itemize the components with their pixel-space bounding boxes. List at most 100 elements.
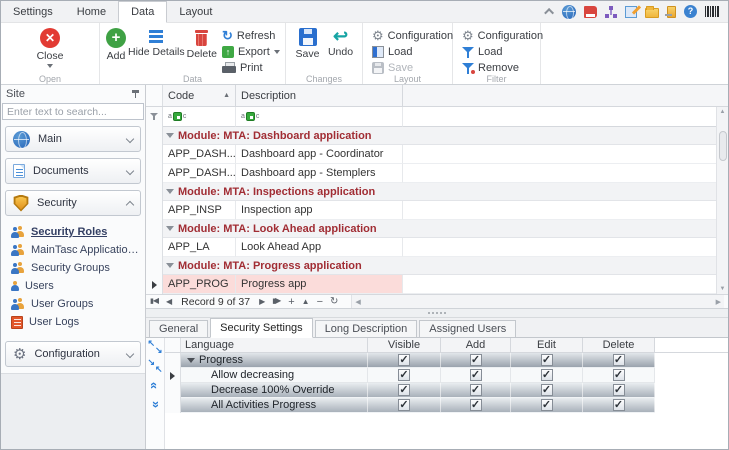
refresh-button[interactable]: ↻ Refresh (219, 28, 283, 43)
group-row[interactable]: Module: MTA: Dashboard application (146, 127, 728, 145)
book-icon[interactable] (584, 5, 597, 18)
edit-record-button[interactable]: ▲ (302, 297, 310, 307)
filter-load-button[interactable]: Load (459, 44, 546, 59)
refresh-records-button[interactable]: ↻ (330, 296, 338, 307)
checkbox-edit[interactable]: ✓ (540, 384, 553, 396)
tab-assigned-users[interactable]: Assigned Users (419, 320, 517, 337)
filter-cell-code[interactable]: ac (163, 107, 236, 127)
scrollbar-thumb[interactable] (718, 131, 727, 161)
column-header-description[interactable]: Description (236, 85, 403, 106)
sidebar-item-security-groups[interactable]: Security Groups (11, 259, 145, 277)
collapse-group-icon[interactable] (166, 263, 174, 268)
checkbox-edit[interactable]: ✓ (540, 399, 553, 411)
group-row[interactable]: Module: MTA: Look Ahead application (146, 220, 728, 238)
sidebar-group-configuration[interactable]: ⚙ Configuration (5, 341, 141, 367)
barcode-icon[interactable] (705, 6, 720, 17)
append-record-button[interactable]: + (288, 296, 294, 307)
table-row[interactable]: APP_LA Look Ahead App (146, 238, 728, 257)
checkbox-delete[interactable]: ✓ (612, 354, 625, 366)
cell-code[interactable]: APP_PROG (163, 275, 236, 294)
cell-code[interactable]: APP_DASH... (163, 164, 236, 183)
layout-configuration-button[interactable]: ⚙ Configuration (369, 28, 456, 43)
globe-icon[interactable] (562, 4, 576, 20)
group-row[interactable]: Module: MTA: Inspections application (146, 183, 728, 201)
checkbox-add[interactable]: ✓ (469, 369, 482, 381)
delete-record-button[interactable]: − (317, 296, 323, 307)
cell-code[interactable]: APP_LA (163, 238, 236, 257)
pin-icon[interactable] (131, 89, 140, 99)
cell-description[interactable]: Inspection app (236, 201, 403, 220)
prev-record-button[interactable]: ◀ (166, 297, 172, 307)
horizontal-scrollbar[interactable]: ◀ ▶ (351, 295, 724, 308)
permission-group-row[interactable]: Progress ✓ ✓ ✓ ✓ (165, 353, 728, 368)
add-button[interactable]: + Add (106, 25, 126, 62)
cell-code[interactable]: APP_INSP (163, 201, 236, 220)
collapse-group-icon[interactable] (187, 357, 195, 363)
column-header-delete[interactable]: Delete (583, 338, 655, 352)
sidebar-group-main[interactable]: Main (5, 126, 141, 152)
checkbox-delete[interactable]: ✓ (612, 399, 625, 411)
tab-long-description[interactable]: Long Description (314, 320, 418, 337)
tab-security-settings[interactable]: Security Settings (210, 318, 313, 338)
column-header-add[interactable]: Add (441, 338, 511, 352)
tab-settings[interactable]: Settings (1, 1, 65, 22)
checkbox-delete[interactable]: ✓ (612, 369, 625, 381)
hide-details-button[interactable]: Hide Details (128, 25, 185, 58)
scroll-up-arrow[interactable]: ▲ (720, 107, 726, 117)
group-row[interactable]: Module: MTA: Progress application (146, 257, 728, 275)
filter-configuration-button[interactable]: ⚙ Configuration (459, 28, 546, 43)
checkbox-add[interactable]: ✓ (469, 384, 482, 396)
collapse-all-icon[interactable]: ↘ ↖ (148, 357, 163, 374)
print-button[interactable]: Print (219, 60, 283, 75)
tab-data[interactable]: Data (118, 1, 168, 23)
filter-remove-button[interactable]: Remove (459, 60, 546, 75)
help-icon[interactable]: ? (684, 5, 697, 18)
table-row[interactable]: APP_INSP Inspection app (146, 201, 728, 220)
first-record-button[interactable]: ◀ (150, 296, 159, 307)
collapse-group-icon[interactable] (166, 226, 174, 231)
save-button[interactable]: Save (292, 25, 323, 60)
column-header-code[interactable]: Code ▲ (163, 85, 236, 106)
sidebar-item-security-roles[interactable]: Security Roles (11, 223, 145, 241)
vertical-scrollbar[interactable]: ▲ ▼ (716, 107, 728, 294)
double-chevron-up-icon[interactable]: « (147, 379, 162, 392)
checkbox-edit[interactable]: ✓ (540, 369, 553, 381)
table-row[interactable]: APP_DASH... Dashboard app - Coordinator (146, 145, 728, 164)
permission-row[interactable]: All Activities Progress ✓ ✓ ✓ ✓ (165, 398, 728, 413)
sidebar-group-documents[interactable]: Documents (5, 158, 141, 184)
undo-button[interactable]: ↩ Undo (325, 25, 356, 58)
cell-description[interactable]: Progress app (236, 275, 403, 294)
close-button[interactable]: ✕ Close (26, 25, 74, 68)
collapse-group-icon[interactable] (166, 189, 174, 194)
sidebar-group-security[interactable]: Security (5, 190, 141, 216)
layout-load-button[interactable]: Load (369, 44, 456, 59)
cell-code[interactable]: APP_DASH... (163, 145, 236, 164)
org-share-icon[interactable] (605, 5, 617, 18)
checkbox-visible[interactable]: ✓ (398, 369, 410, 381)
delete-button[interactable]: Delete (187, 25, 217, 60)
checkbox-add[interactable]: ✓ (469, 354, 482, 366)
checkbox-visible[interactable]: ✓ (398, 384, 410, 396)
sidebar-item-user-groups[interactable]: User Groups (11, 295, 145, 313)
sidebar-item-user-logs[interactable]: User Logs (11, 313, 145, 331)
table-row-selected[interactable]: APP_PROG Progress app (146, 275, 728, 294)
cell-description[interactable]: Dashboard app - Stemplers (236, 164, 403, 183)
permission-row-current[interactable]: Allow decreasing ✓ ✓ ✓ ✓ (165, 368, 728, 383)
search-input[interactable] (3, 105, 146, 118)
expand-all-icon[interactable]: ↖ ↘ (148, 338, 163, 355)
scroll-down-arrow[interactable]: ▼ (720, 284, 726, 294)
column-header-edit[interactable]: Edit (511, 338, 583, 352)
panel-splitter[interactable] (146, 309, 728, 318)
tab-home[interactable]: Home (65, 1, 118, 22)
edit-icon[interactable] (625, 5, 637, 18)
tab-layout[interactable]: Layout (167, 1, 224, 22)
folder-icon[interactable] (645, 6, 659, 18)
column-header-language[interactable]: Language (181, 338, 368, 352)
sidebar-item-users[interactable]: Users (11, 277, 145, 295)
permission-row[interactable]: Decrease 100% Override ✓ ✓ ✓ ✓ (165, 383, 728, 398)
checkbox-visible[interactable]: ✓ (398, 354, 410, 366)
export-button[interactable]: ↑ Export (219, 44, 283, 59)
table-row[interactable]: APP_DASH... Dashboard app - Stemplers (146, 164, 728, 183)
checkbox-edit[interactable]: ✓ (540, 354, 553, 366)
double-chevron-down-icon[interactable]: « (147, 398, 162, 411)
